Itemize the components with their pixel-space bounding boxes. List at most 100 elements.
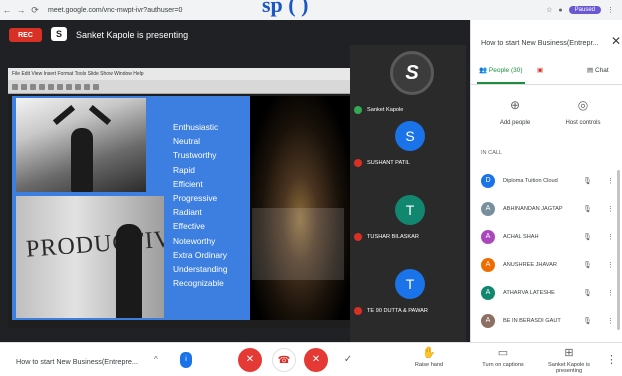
back-icon[interactable]: ← xyxy=(0,5,14,15)
participant-name: ABHINANDAN JAGTAP xyxy=(503,206,563,212)
mic-off-icon[interactable]: 🎙 xyxy=(583,233,592,241)
slide-photo-success xyxy=(16,98,146,192)
reload-icon[interactable]: ⟳ xyxy=(28,5,42,16)
people-panel: How to start New Business(Entrepr... ✕ 👥… xyxy=(470,20,622,342)
more-options-icon[interactable]: ⋮ xyxy=(607,233,614,241)
avatar: A xyxy=(481,258,495,272)
captions-button[interactable]: ▭ Turn on captions xyxy=(474,346,532,368)
acrostic-line: Neutral xyxy=(173,136,200,147)
tab-people-label: People (30) xyxy=(488,67,523,74)
toolbar-button-icon xyxy=(30,84,36,90)
chat-icon: ▤ xyxy=(587,67,594,74)
tab-people[interactable]: 👥 People (30) xyxy=(479,66,523,74)
list-item[interactable]: D Diploma Tuition Cloud 🎙 ⋮ xyxy=(471,170,622,196)
participant-name: ACHAL SHAH xyxy=(503,234,539,240)
acrostic-line: Trustworthy xyxy=(173,150,217,161)
acrostic-line: Radiant xyxy=(173,207,202,218)
acrostic-line: Effective xyxy=(173,221,205,232)
acrostic-line: Efficient xyxy=(173,178,203,189)
list-item[interactable]: A BE IN BERASDI GAUT 🎙 ⋮ xyxy=(471,310,622,336)
more-options-icon[interactable]: ⋮ xyxy=(607,177,614,185)
tab-chat-label: Chat xyxy=(594,67,609,74)
toolbar-button-icon xyxy=(66,84,72,90)
acrostic-line: Progressive xyxy=(173,193,218,204)
participant-name: ATHARVA LATESHE xyxy=(503,290,555,296)
acrostic-line: Rapid xyxy=(173,164,195,175)
profile-button[interactable]: Paused xyxy=(568,6,601,14)
meeting-title[interactable]: How to start New Business(Entrepre... xyxy=(16,357,138,366)
list-item[interactable]: A ATHARVA LATESHE 🎙 ⋮ xyxy=(471,282,622,308)
more-options-icon[interactable]: ⋮ xyxy=(607,289,614,297)
camera-toggle-button[interactable]: ✕ xyxy=(304,348,328,372)
toolbar-button-icon xyxy=(12,84,18,90)
raise-hand-button[interactable]: ✋ Raise hand xyxy=(400,346,458,368)
shield-icon[interactable]: i xyxy=(180,352,192,368)
participant-name: TE 90 DUTTA & PAWAR xyxy=(367,308,428,314)
presenter-label: Sanket Kapole is presenting xyxy=(76,30,189,40)
mic-off-icon[interactable]: 🎙 xyxy=(583,177,592,185)
toolbar-button-icon xyxy=(57,84,63,90)
more-options-icon[interactable]: ⋮ xyxy=(606,353,617,366)
participant-name: BE IN BERASDI GAUT xyxy=(503,318,561,324)
slide-photo-productivity: PRODUCTIVITY xyxy=(16,196,164,318)
panel-title: How to start New Business(Entrepr... xyxy=(481,38,599,47)
tab-chat[interactable]: ▤ Chat xyxy=(587,66,609,74)
presentation-toolbar: File Edit View Insert Format Tools Slide… xyxy=(8,68,350,94)
mic-toggle-button[interactable]: ✕ xyxy=(238,348,262,372)
present-button[interactable]: ⊞ Sanket Kapole is presenting xyxy=(540,346,598,374)
add-people-label: Add people xyxy=(499,120,531,126)
extensions-icon[interactable]: ● xyxy=(558,7,562,14)
participant-tiles: S Sanket Kapole S SUSHANT PATIL T TUSHAR… xyxy=(350,45,466,342)
avatar: A xyxy=(481,202,495,216)
toolbar-button-icon xyxy=(39,84,45,90)
acrostic-line: Recognizable xyxy=(173,278,224,289)
list-item[interactable]: A ANUSHREE JHAVAR 🎙 ⋮ xyxy=(471,254,622,280)
star-icon[interactable]: ☆ xyxy=(546,6,552,14)
tab-divider xyxy=(471,84,622,85)
shared-screen: File Edit View Insert Format Tools Slide… xyxy=(8,68,350,328)
close-icon[interactable]: ✕ xyxy=(611,34,621,48)
avatar: A xyxy=(481,286,495,300)
tab-activities[interactable]: ▣ xyxy=(537,66,543,74)
avatar: T xyxy=(395,269,425,299)
mic-off-icon[interactable]: 🎙 xyxy=(583,261,592,269)
panel-scrollbar[interactable] xyxy=(617,170,620,330)
toolbar-button-icon xyxy=(21,84,27,90)
host-controls-icon: ◎ xyxy=(577,98,589,112)
host-controls-button[interactable]: ◎ Host controls xyxy=(553,98,613,126)
presenting-icon: S xyxy=(51,27,67,41)
more-options-icon[interactable]: ⋮ xyxy=(607,205,614,213)
forward-icon[interactable]: → xyxy=(14,5,28,15)
browser-toolbar: ← → ⟳ meet.google.com/vnc-mwpt-ivr?authu… xyxy=(0,0,622,20)
acrostic-line: Extra Ordinary xyxy=(173,249,227,260)
browser-menu-icon[interactable]: ⋮ xyxy=(607,6,614,14)
people-icon: 👥 xyxy=(479,67,488,74)
recording-badge: REC xyxy=(9,28,42,42)
captions-icon: ▭ xyxy=(497,347,509,359)
participant-name: SUSHANT PATIL xyxy=(367,160,410,166)
hand-icon: ✋ xyxy=(422,347,436,359)
more-options-icon[interactable]: ⋮ xyxy=(607,261,614,269)
hang-up-button[interactable]: ☎ xyxy=(272,348,296,372)
mic-off-icon[interactable]: 🎙 xyxy=(583,205,592,213)
slide-acrostic-list: Enthusiastic Neutral Trustworthy Rapid E… xyxy=(173,120,227,290)
mic-off-icon xyxy=(354,233,362,241)
toolbar-button-icon xyxy=(75,84,81,90)
avatar: A xyxy=(481,314,495,328)
more-controls-icon[interactable]: ✓ xyxy=(336,348,360,372)
section-label: IN CALL xyxy=(481,150,503,156)
avatar: S xyxy=(395,121,425,151)
acrostic-line: Noteworthy xyxy=(173,235,216,246)
list-item[interactable]: A ABHINANDAN JAGTAP 🎙 ⋮ xyxy=(471,198,622,224)
raise-hand-label: Raise hand xyxy=(414,362,444,368)
presentation-menu: File Edit View Insert Format Tools Slide… xyxy=(8,68,350,80)
more-options-icon[interactable]: ⋮ xyxy=(607,317,614,325)
mic-off-icon[interactable]: 🎙 xyxy=(583,317,592,325)
list-item[interactable]: A ACHAL SHAH 🎙 ⋮ xyxy=(471,226,622,252)
add-people-button[interactable]: ⊕ Add people xyxy=(485,98,545,126)
captions-label: Turn on captions xyxy=(482,362,524,368)
participant-name: ANUSHREE JHAVAR xyxy=(503,262,557,268)
chevron-up-icon[interactable]: ^ xyxy=(154,355,158,364)
present-icon: ⊞ xyxy=(564,347,574,359)
mic-off-icon[interactable]: 🎙 xyxy=(583,289,592,297)
